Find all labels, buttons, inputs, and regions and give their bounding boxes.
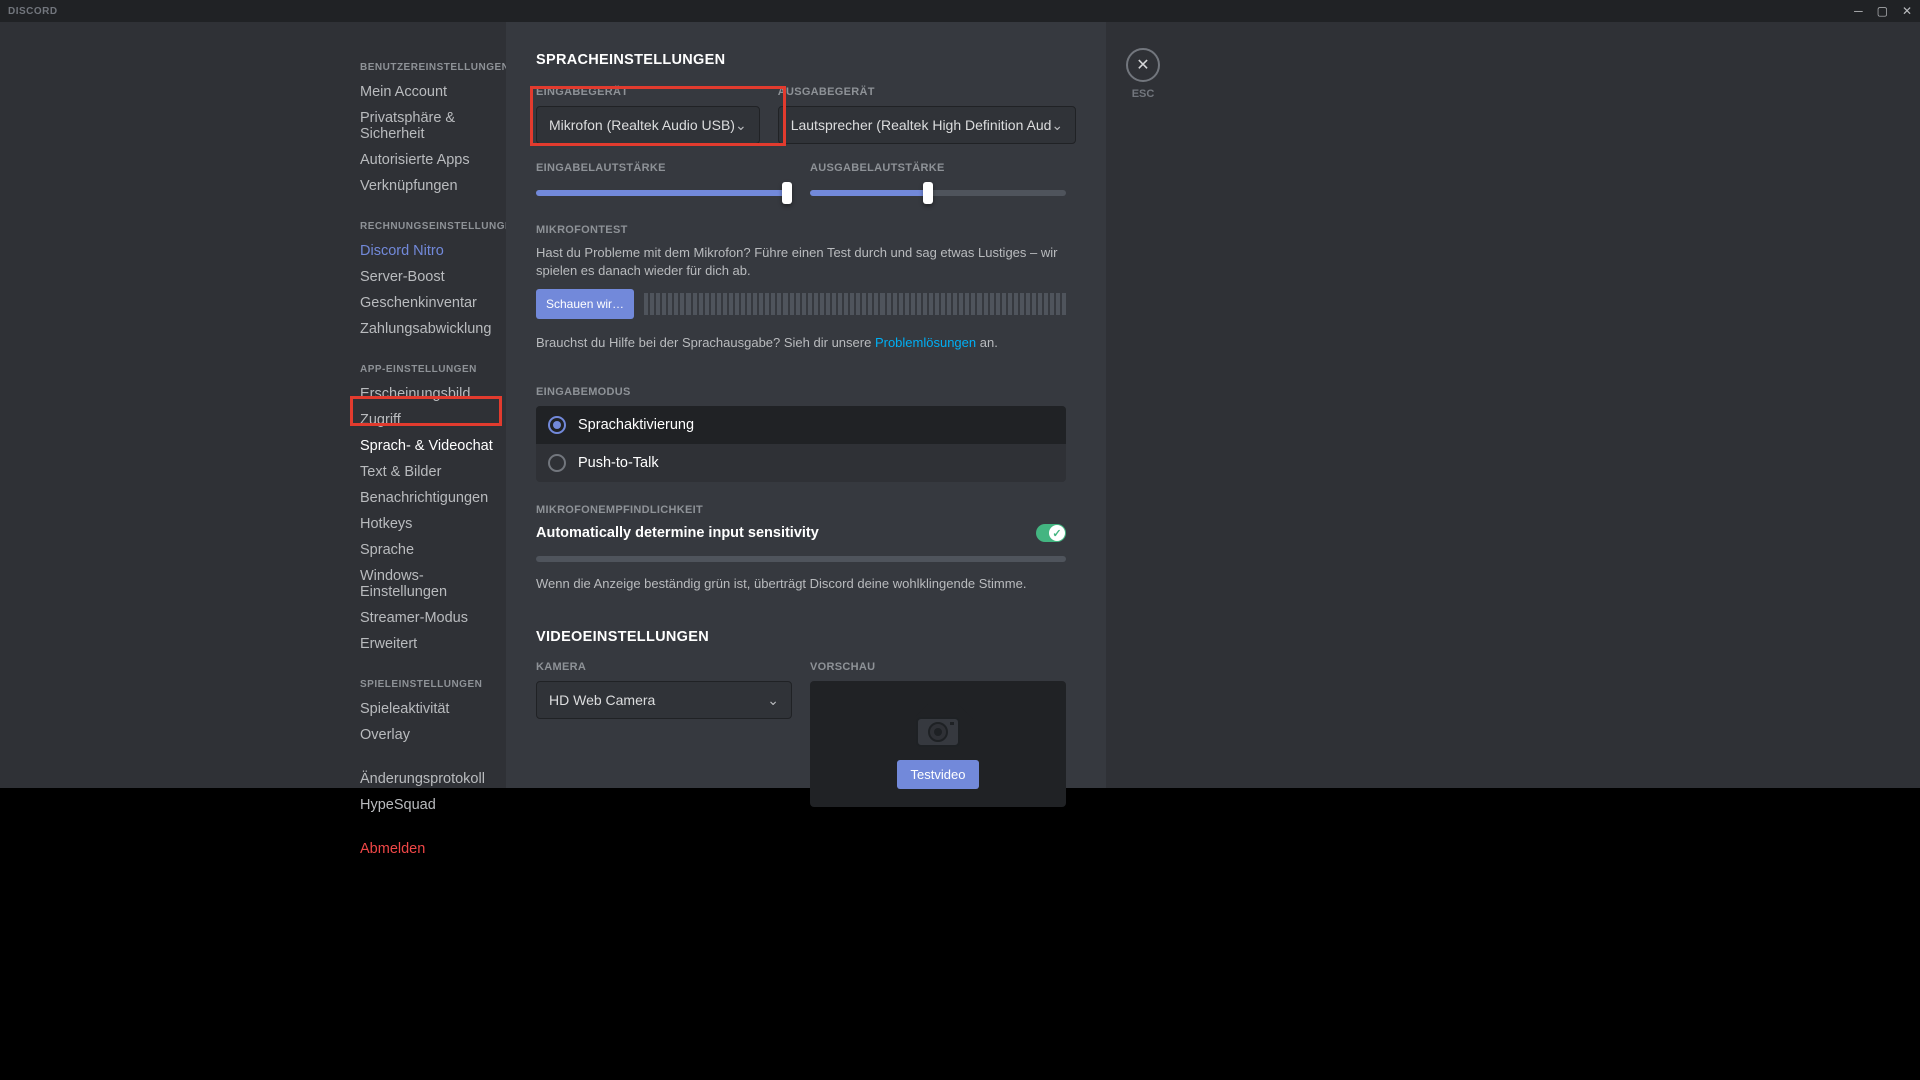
- chevron-down-icon: ⌄: [767, 692, 779, 709]
- settings-sidebar: BENUTZEREINSTELLUNGEN Mein AccountPrivats…: [348, 22, 506, 788]
- sidebar-item[interactable]: Sprache: [358, 537, 506, 563]
- sidebar-header: BENUTZEREINSTELLUNGEN: [360, 62, 506, 73]
- black-letterbox: [0, 788, 1920, 1080]
- troubleshoot-link[interactable]: Problemlösungen: [875, 335, 976, 350]
- chevron-down-icon: ⌄: [1051, 117, 1063, 134]
- sensitivity-help: Wenn die Anzeige beständig grün ist, übe…: [536, 576, 1066, 591]
- camera-select[interactable]: HD Web Camera ⌄: [536, 681, 792, 719]
- window-maximize-icon[interactable]: ▢: [1877, 4, 1888, 18]
- radio-voice-activity[interactable]: Sprachaktivierung: [536, 406, 1066, 444]
- sidebar-item[interactable]: Zahlungsabwicklung: [358, 316, 506, 342]
- input-volume-slider[interactable]: [536, 182, 792, 202]
- sidebar-item[interactable]: Abmelden: [358, 836, 506, 862]
- sidebar-item[interactable]: Hotkeys: [358, 511, 506, 537]
- radio-selected-icon: [548, 416, 566, 434]
- mictest-button[interactable]: Schauen wir…: [536, 289, 634, 319]
- sidebar-header: RECHNUNGSEINSTELLUNGEN: [360, 221, 506, 232]
- sidebar-header: SPIELEINSTELLUNGEN: [360, 679, 506, 690]
- auto-sensitivity-toggle[interactable]: ✓: [1036, 524, 1066, 542]
- camera-value: HD Web Camera: [549, 692, 655, 708]
- sidebar-item[interactable]: Benachrichtigungen: [358, 485, 506, 511]
- left-gutter: [0, 22, 348, 788]
- output-device-select[interactable]: Lautsprecher (Realtek High Definition Au…: [778, 106, 1076, 144]
- close-esc-label: ESC: [1132, 88, 1155, 100]
- radio-unselected-icon: [548, 454, 566, 472]
- output-volume-slider[interactable]: [810, 182, 1066, 202]
- input-device-value: Mikrofon (Realtek Audio USB): [549, 117, 735, 133]
- camera-icon: [903, 700, 973, 750]
- window-minimize-icon[interactable]: ─: [1854, 4, 1863, 18]
- sidebar-item[interactable]: Overlay: [358, 722, 506, 748]
- sidebar-item[interactable]: Sprach- & Videochat: [358, 433, 506, 459]
- settings-content: ✕ ESC SPRACHEINSTELLUNGEN EINGABEGERÄT M…: [506, 22, 1106, 788]
- sidebar-item[interactable]: Text & Bilder: [358, 459, 506, 485]
- sidebar-item[interactable]: Mein Account: [358, 79, 506, 105]
- input-volume-label: EINGABELAUTSTÄRKE: [536, 162, 792, 174]
- output-device-label: AUSGABEGERÄT: [778, 86, 1076, 98]
- auto-sensitivity-label: Automatically determine input sensitivit…: [536, 525, 819, 541]
- video-preview: Testvideo: [810, 681, 1066, 807]
- sidebar-item[interactable]: Erscheinungsbild: [358, 381, 506, 407]
- mictest-description: Hast du Probleme mit dem Mikrofon? Führe…: [536, 244, 1066, 279]
- sidebar-item[interactable]: Geschenkinventar: [358, 290, 506, 316]
- sidebar-item[interactable]: Erweitert: [358, 631, 506, 657]
- window-close-icon[interactable]: ✕: [1902, 4, 1912, 18]
- sidebar-item[interactable]: Privatsphäre & Sicherheit: [358, 105, 506, 147]
- sidebar-item[interactable]: Server-Boost: [358, 264, 506, 290]
- sidebar-item[interactable]: Discord Nitro: [358, 238, 506, 264]
- input-device-label: EINGABEGERÄT: [536, 86, 760, 98]
- sensitivity-label: MIKROFONEMPFINDLICHKEIT: [536, 504, 1066, 516]
- mictest-meter: [644, 293, 1066, 315]
- mictest-label: MIKROFONTEST: [536, 224, 1066, 236]
- test-video-button[interactable]: Testvideo: [897, 760, 980, 789]
- sidebar-item[interactable]: Änderungsprotokoll: [358, 766, 506, 792]
- app-brand: DISCORD: [8, 6, 58, 17]
- window-titlebar: DISCORD ─ ▢ ✕: [0, 0, 1920, 22]
- output-volume-label: AUSGABELAUTSTÄRKE: [810, 162, 1066, 174]
- sidebar-header: APP-EINSTELLUNGEN: [360, 364, 506, 375]
- sidebar-item[interactable]: Spieleaktivität: [358, 696, 506, 722]
- sidebar-item[interactable]: Windows-Einstellungen: [358, 563, 506, 605]
- sidebar-item[interactable]: HypeSquad: [358, 792, 506, 818]
- output-device-value: Lautsprecher (Realtek High Definition Au…: [791, 117, 1052, 133]
- voice-help-text: Brauchst du Hilfe bei der Sprachausgabe?…: [536, 335, 1066, 350]
- sidebar-item[interactable]: Verknüpfungen: [358, 173, 506, 199]
- page-title: SPRACHEINSTELLUNGEN: [536, 52, 1066, 68]
- video-section-title: VIDEOEINSTELLUNGEN: [536, 629, 1066, 645]
- sidebar-item[interactable]: Autorisierte Apps: [358, 147, 506, 173]
- preview-label: VORSCHAU: [810, 661, 1066, 673]
- chevron-down-icon: ⌄: [735, 117, 747, 134]
- close-settings-button[interactable]: ✕: [1126, 48, 1160, 82]
- camera-label: KAMERA: [536, 661, 792, 673]
- sensitivity-bar: [536, 556, 1066, 562]
- sidebar-item[interactable]: Streamer-Modus: [358, 605, 506, 631]
- input-device-select[interactable]: Mikrofon (Realtek Audio USB) ⌄: [536, 106, 760, 144]
- radio-push-to-talk[interactable]: Push-to-Talk: [536, 444, 1066, 482]
- sidebar-item[interactable]: Zugriff: [358, 407, 506, 433]
- inputmode-label: EINGABEMODUS: [536, 386, 1066, 398]
